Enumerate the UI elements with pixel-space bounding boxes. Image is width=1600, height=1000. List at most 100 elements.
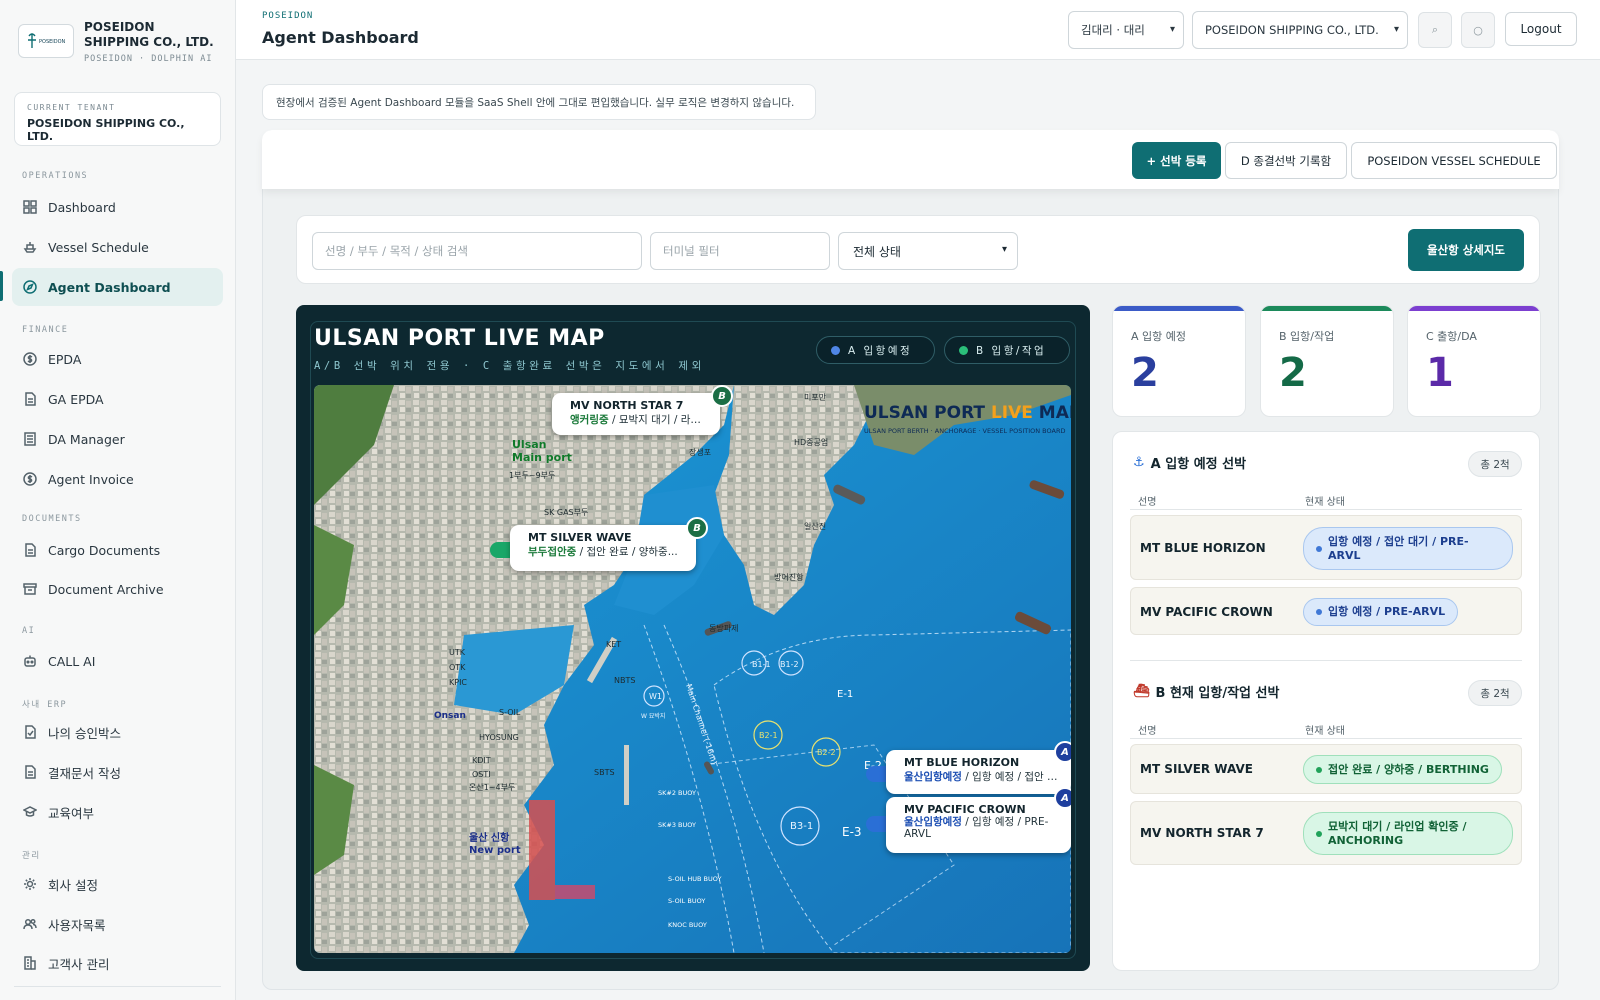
sidebar-item-dashboard[interactable]: Dashboard [12, 188, 223, 226]
search-icon: ⌕ [1431, 23, 1439, 36]
document-icon [22, 765, 37, 780]
map-vessel-name: MV NORTH STAR 7 [570, 399, 684, 412]
dollar-icon [22, 472, 37, 487]
add-vessel-button[interactable]: + 선박 등록 [1132, 142, 1221, 179]
section-b-title: ⛴ B 현재 입항/작업 선박 [1133, 684, 1280, 701]
document-icon [22, 392, 37, 407]
sidebar-item-document-archive[interactable]: Document Archive [12, 570, 223, 608]
section-b-count: 총 2척 [1468, 680, 1522, 706]
sidebar-item-ga-epda[interactable]: GA EPDA [12, 380, 223, 418]
map-vessel-north-star-7[interactable]: MV NORTH STAR 7 앵커링중 / 묘박지 대기 / 라인업... [552, 393, 720, 435]
svg-text:W1: W1 [649, 692, 662, 701]
legend-a-pill[interactable]: A 입항예정 [816, 336, 935, 364]
map-vessel-blue-horizon[interactable]: MT BLUE HORIZON 울산입항예정 / 입항 예정 / 접안 대기 /… [886, 750, 1071, 794]
svg-text:ULSAN PORT LIVE MAP: ULSAN PORT LIVE MAP [864, 403, 1071, 423]
map-vessel-pacific-crown[interactable]: MV PACIFIC CROWN 울산입항예정 / 입항 예정 / PRE-AR… [886, 797, 1071, 853]
document-icon [22, 543, 37, 558]
sidebar-item-vessel-schedule[interactable]: Vessel Schedule [12, 228, 223, 266]
company-select[interactable]: POSEIDON SHIPPING CO., LTD. ▾ [1192, 11, 1408, 49]
dollar-icon [22, 352, 37, 367]
sidebar-item-write-approval[interactable]: 결재문서 작성 [12, 753, 223, 791]
search-input[interactable]: 선명 / 부두 / 목적 / 상태 검색 [312, 232, 642, 270]
sidebar-item-label: 교육여부 [48, 805, 95, 821]
sidebar-item-agent-dashboard[interactable]: Agent Dashboard [12, 268, 223, 306]
column-name-label: 선명 [1138, 726, 1157, 737]
sidebar-item-call-ai[interactable]: CALL AI [12, 642, 223, 680]
svg-text:S-OIL BUOY: S-OIL BUOY [668, 897, 705, 905]
kpi-label: B 입항/작업 [1279, 330, 1335, 343]
svg-text:KET: KET [606, 640, 621, 649]
sidebar-item-training[interactable]: 교육여부 [12, 793, 223, 831]
sidebar-item-my-approvals[interactable]: 나의 승인박스 [12, 713, 223, 751]
sidebar-item-users[interactable]: 사용자목록 [12, 905, 223, 943]
vessel-badge-a: A [1054, 787, 1071, 809]
svg-text:E-1: E-1 [837, 689, 853, 700]
closed-vessels-button[interactable]: D 종결선박 기록함 [1225, 142, 1347, 179]
status-badge: 접안 완료 / 양하중 / BERTHING [1303, 755, 1502, 784]
svg-text:1부두~9부두: 1부두~9부두 [509, 471, 555, 480]
table-row[interactable]: MV PACIFIC CROWN 입항 예정 / PRE-ARVL [1130, 587, 1522, 635]
kpi-card-arriving[interactable]: A 입항 예정 2 [1112, 305, 1246, 417]
map-vessel-marker-tab [866, 766, 888, 782]
current-tenant[interactable]: CURRENT TENANT POSEIDON SHIPPING CO., LT… [14, 92, 221, 146]
vessel-badge-b: B [711, 385, 733, 407]
chevron-down-icon: ▾ [1169, 24, 1175, 35]
port-map-view[interactable]: ULSAN PORT LIVE MAP ULSAN PORT BERTH · A… [314, 385, 1071, 953]
kpi-card-departed[interactable]: C 출항/DA 1 [1407, 305, 1541, 417]
users-icon [22, 917, 37, 932]
map-vessel-status: 부두접안중 / 접안 완료 / 양하중... [528, 546, 678, 558]
table-row[interactable]: MT BLUE HORIZON 입항 예정 / 접안 대기 / PRE- ARV… [1130, 515, 1522, 580]
breadcrumb: POSEIDON [262, 11, 314, 21]
vessel-name: MT BLUE HORIZON [1140, 541, 1266, 555]
user-icon: ○ [1473, 23, 1483, 37]
svg-text:POSEIDON: POSEIDON [39, 39, 66, 45]
sidebar-item-company-settings[interactable]: 회사 설정 [12, 865, 223, 903]
terminal-filter-input[interactable]: 터미널 필터 [650, 232, 830, 270]
table-row[interactable]: MT SILVER WAVE 접안 완료 / 양하중 / BERTHING [1130, 744, 1522, 794]
sidebar-item-agent-invoice[interactable]: Agent Invoice [12, 460, 223, 498]
sidebar-item-cargo-documents[interactable]: Cargo Documents [12, 531, 223, 569]
svg-text:S-OIL HUB BUOY: S-OIL HUB BUOY [668, 875, 722, 883]
status-badge: 입항 예정 / PRE-ARVL [1303, 598, 1459, 626]
nav-section-admin: 관리 [22, 851, 41, 861]
ship-icon: ⛴ [1133, 684, 1150, 699]
vessel-name: MV NORTH STAR 7 [1140, 826, 1264, 840]
tenant-name: POSEIDON SHIPPING CO., LTD. [27, 117, 185, 143]
legend-b-pill[interactable]: B 입항/작업 [944, 336, 1070, 364]
svg-text:NBTS: NBTS [614, 676, 635, 685]
search-icon-button[interactable]: ⌕ [1418, 12, 1452, 48]
profile-icon-button[interactable]: ○ [1461, 12, 1495, 48]
legend-a-dot [831, 345, 840, 355]
archive-icon [22, 582, 37, 597]
svg-text:장생포: 장생포 [689, 447, 711, 457]
sidebar-item-customers[interactable]: 고객사 관리 [12, 944, 223, 982]
map-vessel-status: 앵커링중 / 묘박지 대기 / 라인업... [570, 414, 710, 426]
kpi-card-in-port[interactable]: B 입항/작업 2 [1260, 305, 1394, 417]
logout-button[interactable]: Logout [1505, 12, 1577, 46]
vessel-badge-a: A [1054, 741, 1071, 763]
detail-map-button[interactable]: 울산항 상세지도 [1408, 229, 1524, 271]
status-filter-select[interactable]: 전체 상태 ▾ [838, 232, 1018, 270]
sidebar-item-epda[interactable]: EPDA [12, 340, 223, 378]
sidebar-item-da-manager[interactable]: DA Manager [12, 420, 223, 458]
chevron-down-icon: ▾ [1001, 244, 1007, 255]
nav-section-erp: 사내 ERP [22, 700, 68, 710]
sidebar-item-label: 나의 승인박스 [48, 725, 121, 741]
brand[interactable]: POSEIDON POSEIDON SHIPPING CO., LTD. POS… [18, 20, 223, 68]
map-vessel-status: 울산입항예정 / 입항 예정 / PRE-ARVL [904, 816, 1049, 840]
kpi-accent-bar [1113, 306, 1245, 311]
sidebar-item-label: Agent Dashboard [48, 279, 171, 295]
svg-text:방어진항: 방어진항 [774, 572, 804, 582]
chevron-down-icon: ▾ [1393, 24, 1399, 35]
column-status-label: 현재 상태 [1305, 726, 1345, 737]
svg-text:온산1~4부두: 온산1~4부두 [469, 782, 515, 792]
map-title: ULSAN PORT LIVE MAP [314, 326, 605, 351]
table-row[interactable]: MV NORTH STAR 7 묘박지 대기 / 라인업 확인중 / ANCHO… [1130, 801, 1522, 865]
svg-text:KNOC BUOY: KNOC BUOY [668, 921, 707, 929]
robot-icon [22, 654, 37, 669]
kpi-value: 1 [1426, 350, 1454, 396]
vessel-schedule-button[interactable]: POSEIDON VESSEL SCHEDULE [1351, 142, 1557, 179]
map-vessel-silver-wave[interactable]: MT SILVER WAVE 부두접안중 / 접안 완료 / 양하중... [510, 525, 696, 571]
user-role-select[interactable]: 김대리 · 대리 ▾ [1068, 11, 1184, 49]
sidebar-divider [14, 986, 221, 987]
